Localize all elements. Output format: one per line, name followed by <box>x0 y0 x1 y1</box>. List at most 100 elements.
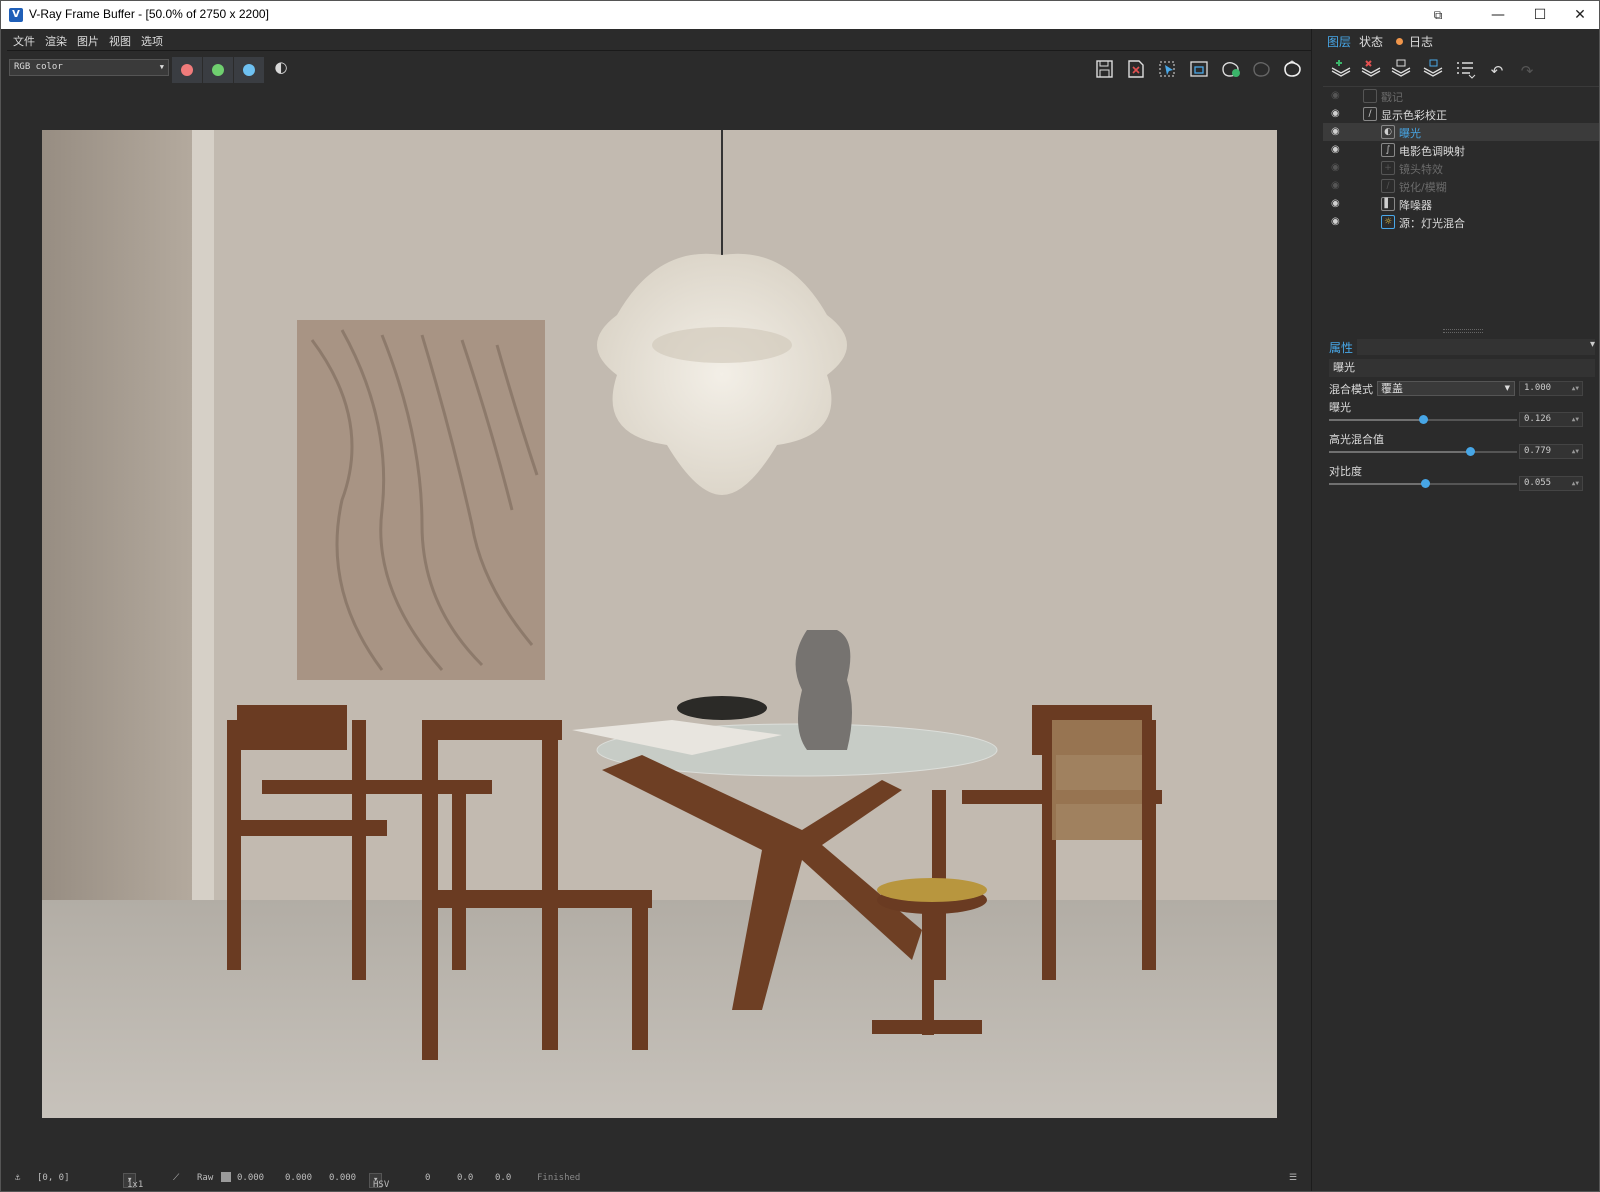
visibility-eye-icon[interactable]: ◉ <box>1331 162 1343 174</box>
light-mix-source-icon: ☼ <box>1381 215 1395 229</box>
layer-filmic-tonemap[interactable]: ◉ ∫ 电影色调映射 <box>1323 141 1599 159</box>
layer-label: 降噪器 <box>1399 199 1432 212</box>
channel-select-value: RGB color <box>14 62 63 72</box>
delete-layer-icon[interactable] <box>1359 59 1383 83</box>
save-icon[interactable] <box>1094 59 1116 79</box>
red-channel-button[interactable] <box>172 57 202 83</box>
zoom-value: 1x1 <box>127 1180 144 1190</box>
tab-stats[interactable]: 状态 <box>1359 33 1383 50</box>
menu-render[interactable]: 渲染 <box>45 33 67 49</box>
slider-thumb[interactable] <box>1466 447 1475 456</box>
clear-image-icon[interactable] <box>1125 59 1147 79</box>
panel-resize-grip[interactable] <box>1443 329 1483 333</box>
color-space-value: HSV <box>373 1180 390 1190</box>
region-render-icon[interactable] <box>1156 59 1178 79</box>
tab-log[interactable]: 日志 <box>1409 33 1433 50</box>
render-teapot-icon[interactable] <box>1282 59 1304 79</box>
menu-options[interactable]: 选项 <box>141 33 163 49</box>
visibility-eye-icon[interactable]: ◉ <box>1331 216 1343 228</box>
b-value: 0.000 <box>329 1173 357 1183</box>
blend-amount-field[interactable]: 1.000 ▲▼ <box>1519 381 1583 396</box>
sharpen-blur-icon: ∕ <box>1381 179 1395 193</box>
spinner-icon[interactable]: ▲▼ <box>1572 477 1579 490</box>
panel-splitter[interactable] <box>1311 29 1323 1191</box>
stamp-icon <box>1363 89 1377 103</box>
undo-icon[interactable]: ↶ <box>1485 59 1509 83</box>
visibility-eye-icon[interactable]: ◉ <box>1331 198 1343 210</box>
stop-render-icon[interactable] <box>1251 59 1273 79</box>
layer-label: 镜头特效 <box>1399 163 1443 176</box>
add-layer-icon[interactable] <box>1329 59 1353 83</box>
layer-exposure[interactable]: ◉ ◐ 曝光 <box>1323 123 1599 141</box>
rendered-image <box>42 130 1277 1118</box>
blend-mode-label: 混合模式 <box>1329 383 1373 396</box>
restore-view-icon[interactable]: ⧉ <box>1415 1 1461 29</box>
spinner-icon[interactable]: ▲▼ <box>1572 382 1579 395</box>
minimize-button[interactable]: — <box>1475 1 1521 29</box>
window-title: V-Ray Frame Buffer - [50.0% of 2750 x 22… <box>29 7 269 21</box>
layer-denoiser[interactable]: ◉ ▌ 降噪器 <box>1323 195 1599 213</box>
layer-label: 曝光 <box>1399 127 1421 140</box>
menu-file[interactable]: 文件 <box>13 33 35 49</box>
exposure-slider[interactable] <box>1329 415 1517 424</box>
chevron-down-icon: ▼ <box>159 63 164 71</box>
history-panel-icon[interactable]: ☰ <box>1289 1173 1297 1183</box>
interactive-render-icon[interactable] <box>1220 59 1242 79</box>
save-layers-icon[interactable] <box>1389 59 1413 83</box>
layer-toolbar: ↶ ↷ <box>1323 57 1599 85</box>
visibility-eye-icon[interactable]: ◉ <box>1331 180 1343 192</box>
load-layers-icon[interactable] <box>1421 59 1445 83</box>
highlight-burn-slider[interactable] <box>1329 447 1517 456</box>
status-bar: ⚓ [0, 0] 1x1 ▾ ⟋ Raw 0.000 0.000 0.000 H… <box>7 1168 1311 1190</box>
properties-header-bar <box>1357 339 1595 355</box>
slider-thumb[interactable] <box>1419 415 1428 424</box>
menu-view[interactable]: 视图 <box>109 33 131 49</box>
layer-light-mix[interactable]: ◉ ☼ 源：灯光混合 <box>1323 213 1599 231</box>
layer-stamp[interactable]: ◉ 戳记 <box>1323 87 1599 105</box>
tab-layers[interactable]: 图层 <box>1327 33 1351 50</box>
display-correction-icon: ∕ <box>1363 107 1377 121</box>
spinner-icon[interactable]: ▲▼ <box>1572 445 1579 458</box>
properties-menu-icon[interactable]: ▾ <box>1590 339 1595 350</box>
visibility-eye-icon[interactable]: ◉ <box>1331 144 1343 156</box>
slider-thumb[interactable] <box>1420 479 1430 488</box>
visibility-eye-icon[interactable]: ◉ <box>1331 126 1343 138</box>
denoiser-icon: ▌ <box>1381 197 1395 211</box>
layer-lens-effects[interactable]: ◉ + 镜头特效 <box>1323 159 1599 177</box>
red-dot-icon <box>181 64 193 76</box>
mono-mode-icon[interactable]: ◐ <box>270 57 292 77</box>
chevron-down-icon: ▼ <box>1504 384 1510 392</box>
exposure-field[interactable]: 0.126 ▲▼ <box>1519 412 1583 427</box>
layers-panel: 图层 状态 日志 ↶ ↷ ◉ 戳记 ◉ ∕ 显示色彩校正 ◉ ◐ 曝光 ◉ ∫ … <box>1323 29 1599 1191</box>
menu-image[interactable]: 图片 <box>77 33 99 49</box>
color-space-select[interactable]: HSV ▾ <box>369 1173 389 1190</box>
blend-mode-select[interactable]: 覆盖 ▼ <box>1377 381 1515 396</box>
layer-label: 源：灯光混合 <box>1399 217 1465 230</box>
zoom-select[interactable]: 1x1 ▾ <box>123 1173 143 1190</box>
layer-sharpen-blur[interactable]: ◉ ∕ 锐化/模糊 <box>1323 177 1599 195</box>
visibility-eye-icon[interactable]: ◉ <box>1331 90 1343 102</box>
slider-fill <box>1329 451 1470 453</box>
pin-icon[interactable]: ⚓ <box>15 1173 20 1183</box>
mode-label: Raw <box>197 1173 214 1183</box>
green-channel-button[interactable] <box>203 57 233 83</box>
menu-divider <box>7 50 1311 51</box>
close-button[interactable]: ✕ <box>1557 1 1600 29</box>
blue-channel-button[interactable] <box>234 57 264 83</box>
highlight-burn-label: 高光混合值 <box>1329 433 1384 446</box>
slider-fill <box>1329 483 1425 485</box>
channel-select[interactable]: RGB color ▼ <box>9 59 169 76</box>
render-region-frame-icon[interactable] <box>1188 59 1210 79</box>
redo-icon[interactable]: ↷ <box>1515 59 1539 83</box>
visibility-eye-icon[interactable]: ◉ <box>1331 108 1343 120</box>
exposure-label: 曝光 <box>1329 401 1351 414</box>
contrast-field[interactable]: 0.055 ▲▼ <box>1519 476 1583 491</box>
color-picker-icon[interactable]: ⟋ <box>173 1173 179 1183</box>
layer-display-correction[interactable]: ◉ ∕ 显示色彩校正 <box>1323 105 1599 123</box>
layer-options-icon[interactable] <box>1453 59 1477 83</box>
contrast-slider[interactable] <box>1329 479 1517 488</box>
layer-name-field[interactable]: 曝光 <box>1329 359 1595 377</box>
highlight-burn-field[interactable]: 0.779 ▲▼ <box>1519 444 1583 459</box>
spinner-icon[interactable]: ▲▼ <box>1572 413 1579 426</box>
color-swatch <box>221 1172 231 1182</box>
